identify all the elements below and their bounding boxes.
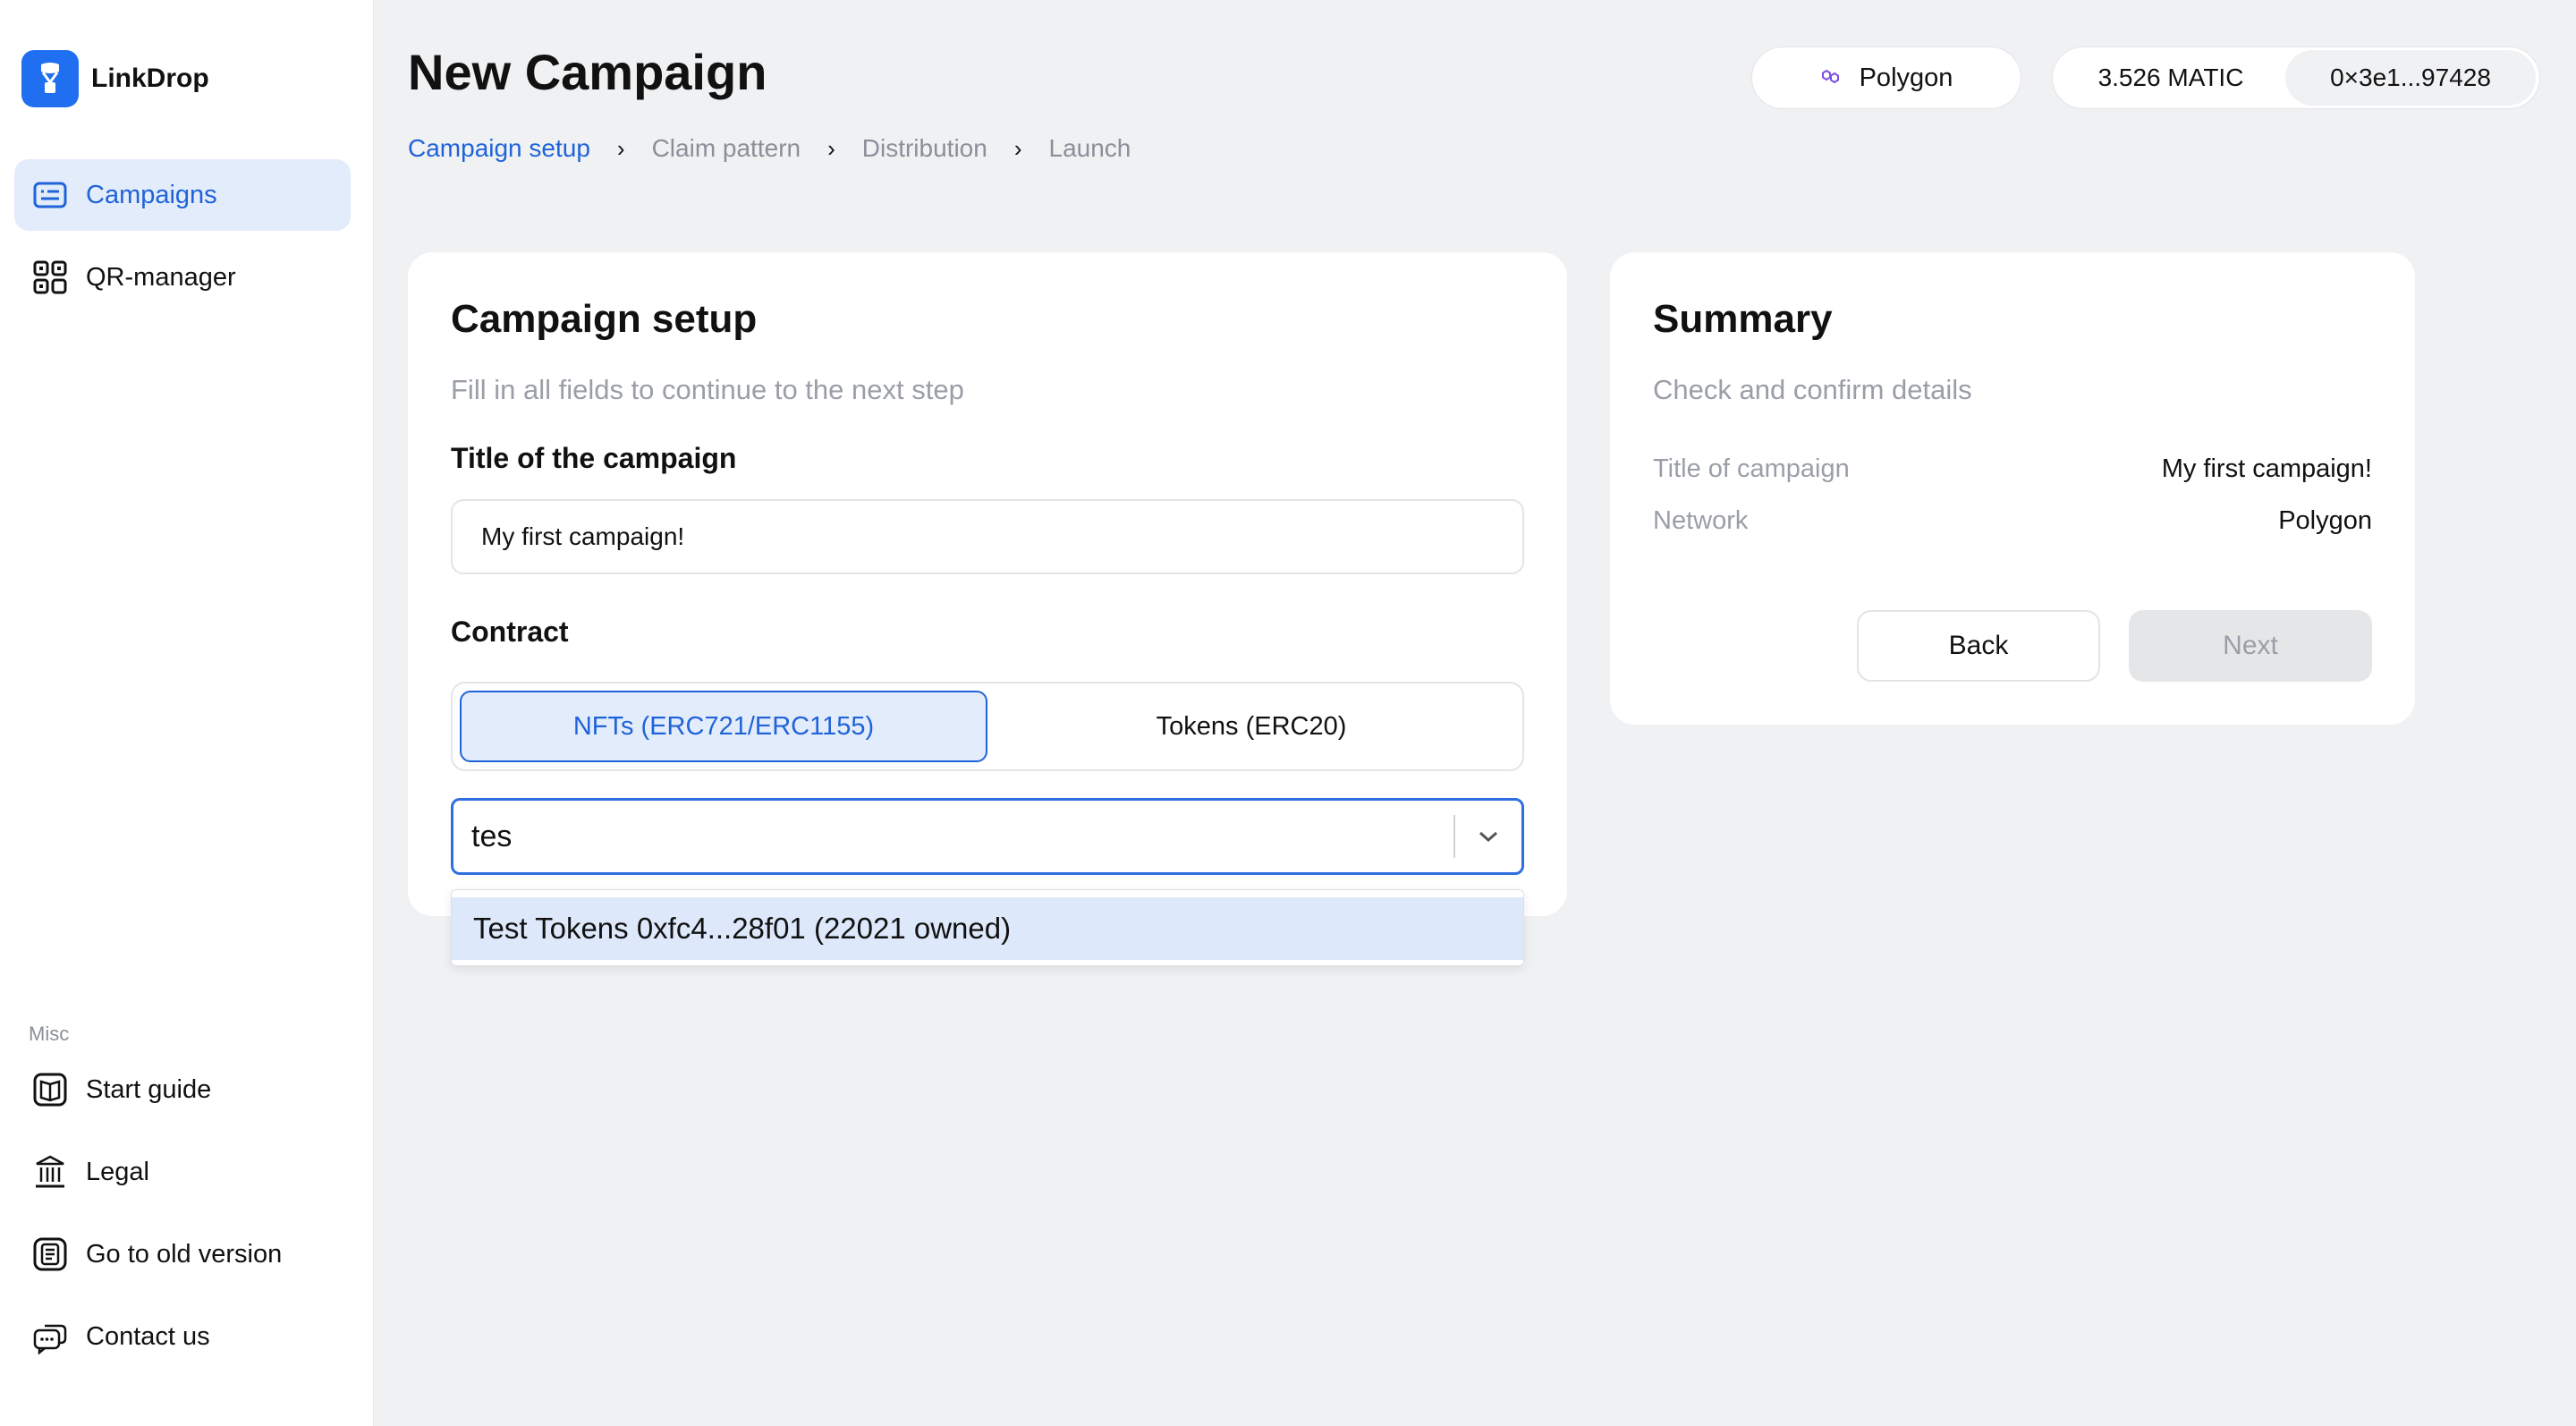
step-distribution: Distribution [861,134,987,162]
dropdown-option[interactable]: Test Tokens 0xfc4...28f01 (22021 owned) [452,897,1523,960]
sidebar-item-campaigns[interactable]: Campaigns [14,159,351,231]
contract-type-toggle: NFTs (ERC721/ERC1155) Tokens (ERC20) [451,682,1524,771]
step-launch: Launch [1048,134,1131,162]
sidebar-item-old-version[interactable]: Go to old version [14,1218,351,1290]
summary-key: Network [1653,506,1749,535]
sidebar-item-label: Legal [86,1157,149,1186]
summary-row-title: Title of campaign My first campaign! [1653,454,2372,484]
token-contract-option[interactable]: Tokens (ERC20) [987,691,1515,762]
network-selector[interactable]: Polygon [1751,47,2021,109]
chevron-down-icon[interactable] [1455,801,1521,872]
breadcrumb: Campaign setup › Claim pattern › Distrib… [408,134,1131,163]
sidebar: LinkDrop Campaigns QR-manager Misc Start… [0,0,374,1426]
summary-row-network: Network Polygon [1653,506,2372,536]
summary-value: Polygon [2278,506,2372,535]
wallet-address-button[interactable]: 0×3e1...97428 [2285,50,2536,106]
summary-title: Summary [1653,297,1833,341]
summary-card: Summary Check and confirm details Title … [1610,252,2415,725]
sidebar-item-legal[interactable]: Legal [14,1136,351,1208]
sidebar-item-label: Contact us [86,1321,210,1351]
sidebar-item-qr-manager[interactable]: QR-manager [14,242,351,313]
chevron-right-icon: › [827,134,835,162]
chat-icon [30,1317,70,1356]
chevron-right-icon: › [1013,134,1022,162]
summary-subtitle: Check and confirm details [1653,374,1972,405]
summary-key: Title of campaign [1653,454,1850,483]
nft-contract-option[interactable]: NFTs (ERC721/ERC1155) [460,691,987,762]
campaign-setup-card: Campaign setup Fill in all fields to con… [408,252,1567,916]
sidebar-item-label: Go to old version [86,1239,283,1269]
app-name: LinkDrop [91,64,209,93]
next-button[interactable]: Next [2129,610,2372,682]
sidebar-item-label: Campaigns [86,180,217,209]
book-icon [30,1070,70,1109]
step-claim-pattern: Claim pattern [651,134,801,162]
campaigns-icon [30,175,70,215]
setup-subtitle: Fill in all fields to continue to the ne… [451,374,964,405]
contract-label: Contract [451,615,569,648]
campaign-title-input[interactable] [451,499,1524,574]
sidebar-item-contact-us[interactable]: Contact us [14,1301,351,1372]
summary-value: My first campaign! [2161,454,2372,483]
qr-icon [30,258,70,297]
campaign-title-label: Title of the campaign [451,442,737,474]
step-campaign-setup[interactable]: Campaign setup [408,134,590,163]
setup-title: Campaign setup [451,297,758,341]
linkdrop-logo-icon [21,50,79,107]
back-button[interactable]: Back [1857,610,2100,682]
polygon-icon [1820,66,1843,90]
page-title: New Campaign [408,44,767,100]
logo[interactable]: LinkDrop [21,50,209,107]
sidebar-item-label: QR-manager [86,262,236,292]
bank-icon [30,1152,70,1192]
sidebar-item-label: Start guide [86,1074,212,1104]
contract-dropdown-menu: Test Tokens 0xfc4...28f01 (22021 owned) [451,889,1524,966]
network-label: Polygon [1859,63,1953,92]
misc-section-label: Misc [29,1023,70,1045]
contract-search-input[interactable] [453,801,1453,872]
wallet-balance: 3.526 MATIC [2097,64,2244,91]
sidebar-item-start-guide[interactable]: Start guide [14,1054,351,1125]
document-icon [30,1235,70,1274]
chevron-right-icon: › [616,134,625,162]
contract-search-select[interactable] [451,798,1524,875]
wallet-widget[interactable]: 3.526 MATIC 0×3e1...97428 [2052,47,2540,109]
